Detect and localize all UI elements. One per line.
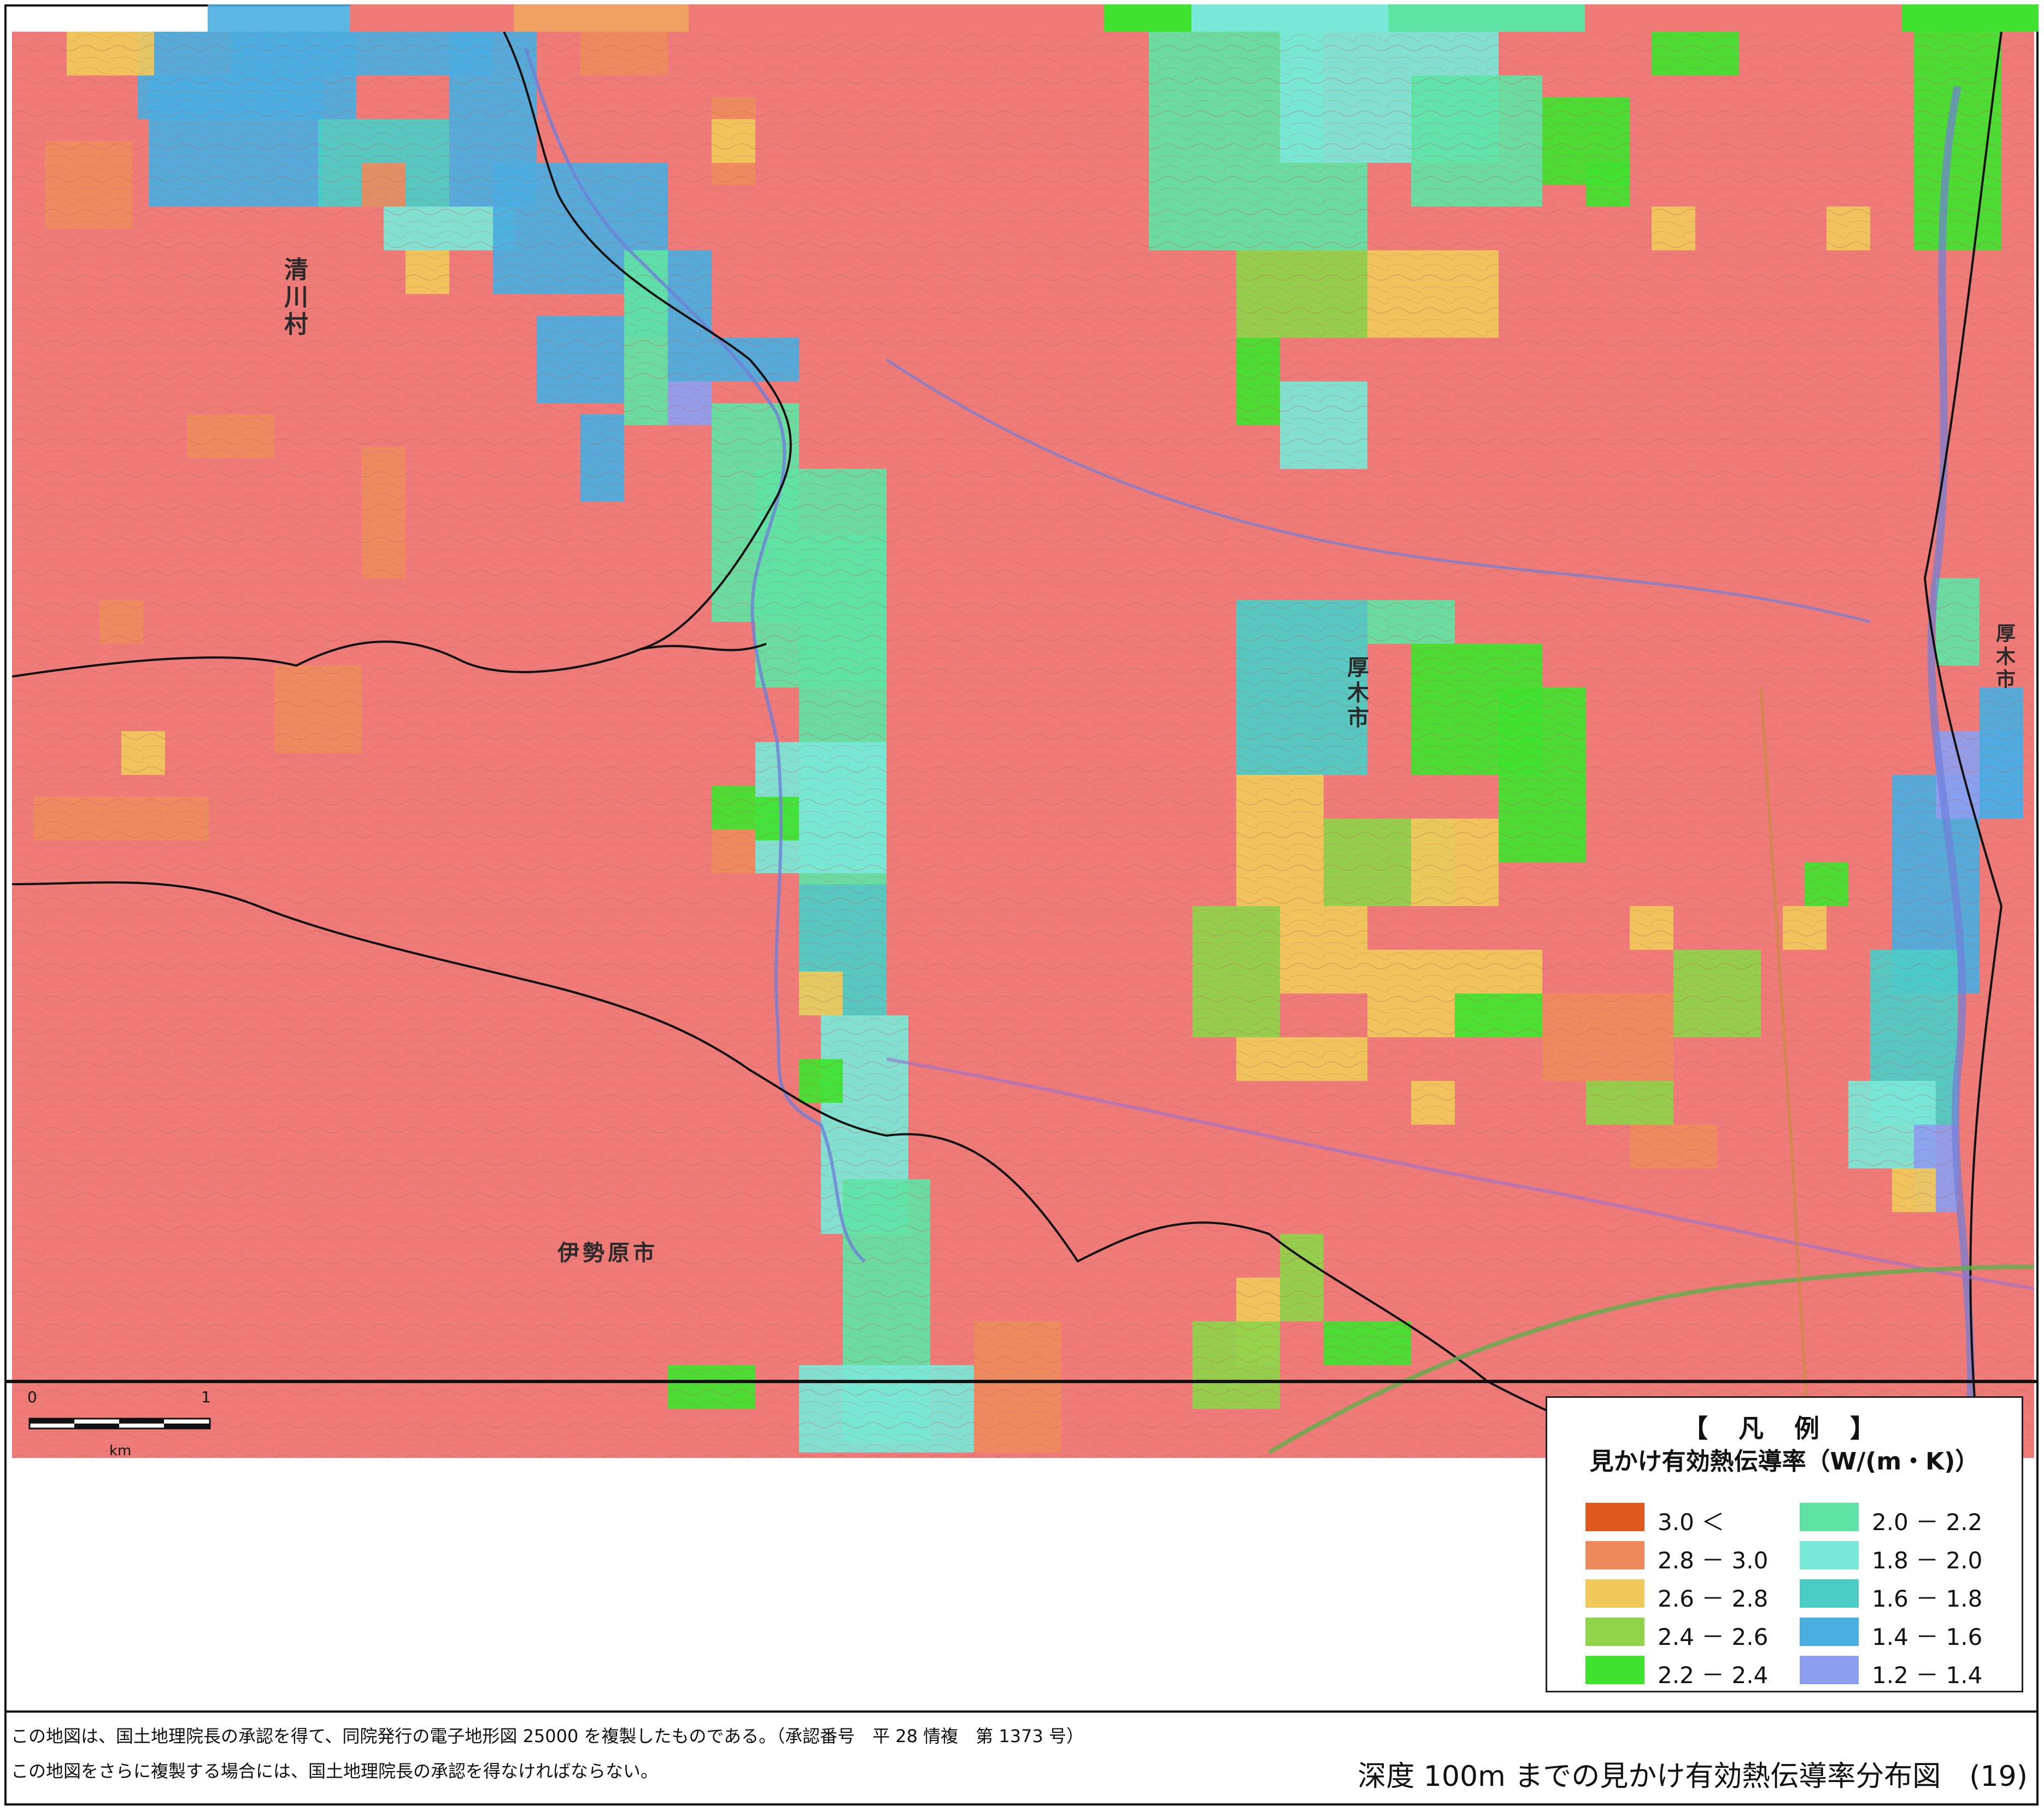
legend-label: 1.4 － 1.6 <box>1872 1624 1983 1650</box>
legend-label: 2.4 － 2.6 <box>1658 1624 1769 1650</box>
legend-label: 2.6 － 2.8 <box>1658 1585 1769 1612</box>
legend-swatch <box>1585 1579 1644 1608</box>
scale-one: 1 <box>201 1388 211 1406</box>
scale-bar: 0 1 km <box>27 1388 224 1459</box>
legend-title: 【 凡 例 】 <box>1682 1414 1887 1443</box>
scale-zero: 0 <box>27 1388 37 1406</box>
legend-swatch <box>1800 1541 1859 1569</box>
thermal-conductivity-map[interactable] <box>12 32 2034 1458</box>
legend-label: 2.0 － 2.2 <box>1872 1509 1983 1536</box>
legend-swatch <box>1800 1503 1859 1531</box>
legend-swatch <box>1800 1618 1859 1646</box>
legend-swatch <box>1585 1618 1644 1646</box>
reproduction-note: この地図をさらに複製する場合には、国土地理院長の承認を得なければならない。 <box>11 1761 659 1781</box>
place-label-atsugi: 厚木市 <box>1343 656 1368 731</box>
place-label-kiyokawa: 清川村 <box>280 257 308 339</box>
legend-label: 2.2 － 2.4 <box>1658 1662 1769 1689</box>
legend-swatch <box>1800 1656 1859 1684</box>
place-label-atsugi-east: 厚木市 <box>1993 623 2015 692</box>
scale-unit: km <box>109 1443 132 1459</box>
legend-subtitle: 見かけ有効熱伝導率（W/(m・K)） <box>1589 1448 1980 1475</box>
legend-swatch <box>1585 1656 1644 1684</box>
legend-label: 3.0 ＜ <box>1658 1509 1725 1536</box>
legend-label: 1.6 － 1.8 <box>1872 1585 1983 1612</box>
legend-label: 1.8 － 2.0 <box>1872 1547 1983 1574</box>
map-canvas <box>12 32 2034 1458</box>
map-top-strip <box>0 0 2044 32</box>
legend-swatch <box>1585 1503 1644 1531</box>
legend-swatch <box>1800 1579 1859 1608</box>
copyright-note: この地図は、国土地理院長の承認を得て、同院発行の電子地形図 25000 を複製し… <box>11 1726 1084 1747</box>
legend-label: 1.2 － 1.4 <box>1872 1662 1983 1689</box>
legend: 【 凡 例 】 見かけ有効熱伝導率（W/(m・K)） 3.0 ＜ 2.8 － 3… <box>1546 1396 2023 1692</box>
legend-label: 2.8 － 3.0 <box>1658 1547 1769 1574</box>
map-bottom-boundary <box>4 1380 2039 1383</box>
map-title: 深度 100m までの見かけ有効熱伝導率分布図 (19) <box>1358 1760 2028 1793</box>
footer-divider <box>4 1710 2039 1713</box>
scale-bar-graphic <box>28 1418 211 1430</box>
legend-swatch <box>1585 1541 1644 1569</box>
place-label-isehara: 伊勢原市 <box>557 1240 658 1266</box>
